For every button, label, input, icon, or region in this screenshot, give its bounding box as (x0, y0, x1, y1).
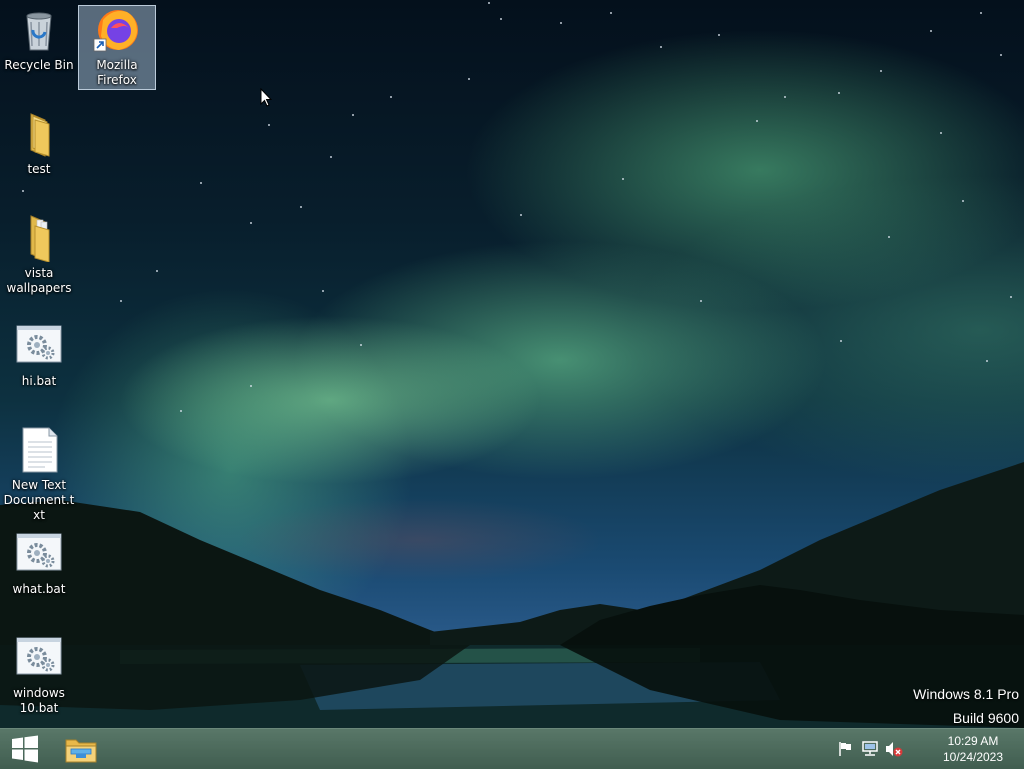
desktop-icon-test-folder[interactable]: test (1, 110, 77, 177)
desktop-background[interactable]: Recycle Bin Mozilla Firefox test vista w… (0, 0, 1024, 728)
desktop-icon-label: what.bat (12, 582, 66, 596)
mouse-pointer-icon (260, 88, 272, 107)
watermark-build: Build 9600 (952, 710, 1019, 726)
tray-action-center[interactable] (837, 741, 855, 757)
desktop-icon-vista-wallpapers-folder[interactable]: vista wallpapers (1, 214, 77, 296)
desktop-icon-label: hi.bat (21, 374, 57, 388)
desktop-icon-recycle-bin[interactable]: Recycle Bin (1, 6, 77, 73)
text-file-icon (15, 426, 63, 474)
batch-file-icon (15, 322, 63, 370)
start-button[interactable] (0, 729, 50, 769)
tray-volume[interactable] (885, 741, 903, 757)
clock-time: 10:29 AM (947, 734, 999, 748)
batch-file-icon (15, 634, 63, 682)
windows-logo-icon (12, 735, 38, 763)
desktop-icon-what-bat[interactable]: what.bat (1, 530, 77, 597)
file-explorer-icon (65, 739, 97, 763)
desktop-icon-label: windows 10.bat (13, 686, 65, 715)
firefox-icon (93, 6, 141, 54)
tray-network[interactable] (861, 741, 879, 757)
taskbar: 10:29 AM 10/24/2023 (0, 728, 1024, 769)
action-center-flag-icon (839, 742, 851, 756)
wallpaper-landscape (0, 462, 1024, 728)
desktop-icon-label: Mozilla Firefox (96, 58, 138, 87)
desktop-icon-hi-bat[interactable]: hi.bat (1, 322, 77, 389)
desktop-icon-new-text-document[interactable]: New Text Document.txt (1, 426, 77, 523)
folder-icon (15, 110, 63, 158)
desktop-icon-mozilla-firefox[interactable]: Mozilla Firefox (78, 5, 156, 90)
network-icon (862, 741, 878, 756)
desktop-icon-label: test (27, 162, 51, 176)
speaker-muted-icon (886, 742, 903, 757)
clock-date: 10/24/2023 (942, 750, 1004, 764)
folder-icon (15, 214, 63, 263)
desktop-icon-label: Recycle Bin (4, 58, 74, 72)
desktop-icon-label: New Text Document.txt (3, 478, 75, 522)
recycle-bin-icon (15, 6, 63, 54)
taskbar-clock[interactable]: 10:29 AM 10/24/2023 (936, 733, 1010, 765)
windows-version-watermark: Windows 8.1 Pro Build 9600 (913, 682, 1019, 728)
desktop-icon-label: vista wallpapers (6, 266, 72, 295)
batch-file-icon (15, 530, 63, 578)
desktop-icon-windows-10-bat[interactable]: windows 10.bat (1, 634, 77, 716)
taskbar-file-explorer-button[interactable] (58, 729, 104, 769)
watermark-edition: Windows 8.1 Pro (913, 686, 1019, 702)
